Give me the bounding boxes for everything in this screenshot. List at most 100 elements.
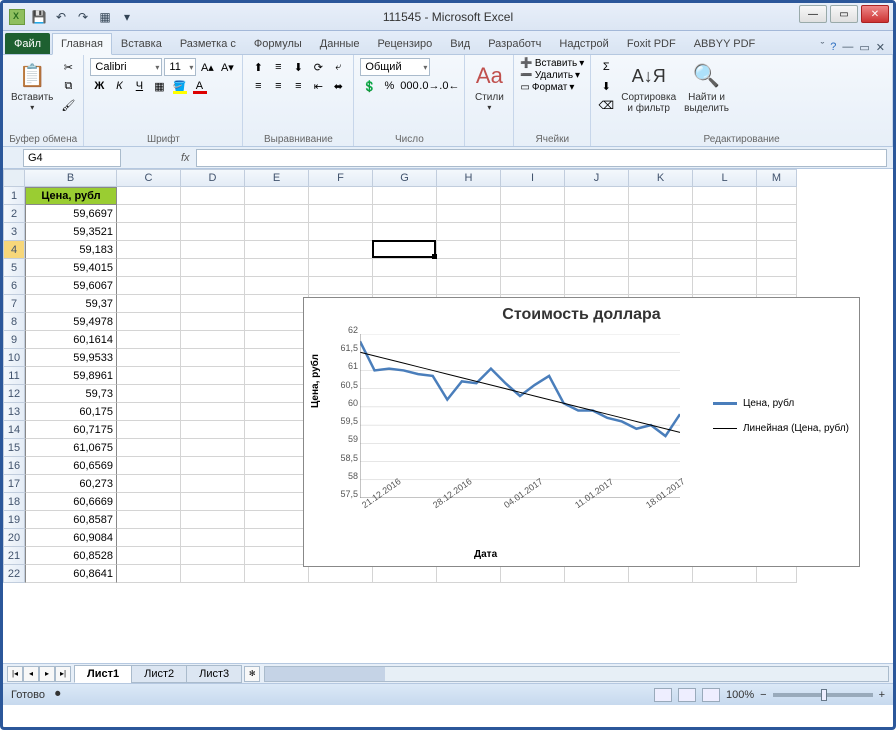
horizontal-scrollbar[interactable]: [264, 666, 889, 682]
col-header-G[interactable]: G: [373, 169, 437, 187]
empty-cell[interactable]: [373, 187, 437, 205]
view-pagebreak-icon[interactable]: [702, 688, 720, 702]
comma-icon[interactable]: 000: [400, 77, 418, 95]
zoom-in-icon[interactable]: +: [879, 689, 885, 701]
empty-cell[interactable]: [501, 223, 565, 241]
bold-button[interactable]: Ж: [90, 77, 108, 95]
empty-cell[interactable]: [117, 241, 181, 259]
doc-close-icon[interactable]: ✕: [876, 41, 885, 54]
grow-font-icon[interactable]: A▴: [198, 58, 216, 76]
redo-icon[interactable]: ↷: [75, 9, 91, 25]
new-sheet-icon[interactable]: ✻: [244, 666, 260, 682]
font-color-icon[interactable]: A: [190, 77, 208, 95]
empty-cell[interactable]: [181, 313, 245, 331]
sheet-nav-prev-icon[interactable]: ◂: [23, 666, 39, 682]
empty-cell[interactable]: [117, 511, 181, 529]
name-box[interactable]: G4: [23, 149, 121, 167]
empty-cell[interactable]: [181, 457, 245, 475]
sheet-nav-last-icon[interactable]: ▸|: [55, 666, 71, 682]
empty-cell[interactable]: [373, 205, 437, 223]
empty-cell[interactable]: [181, 529, 245, 547]
cut-icon[interactable]: ✂: [59, 58, 77, 76]
empty-cell[interactable]: [565, 565, 629, 583]
empty-cell[interactable]: [437, 241, 501, 259]
col-header-M[interactable]: M: [757, 169, 797, 187]
empty-cell[interactable]: [373, 565, 437, 583]
empty-cell[interactable]: [181, 205, 245, 223]
row-header[interactable]: 10: [3, 349, 25, 367]
sheet-tab[interactable]: Лист3: [186, 665, 242, 683]
tab-abbyy[interactable]: ABBYY PDF: [685, 33, 765, 54]
data-cell[interactable]: 60,1614: [25, 331, 117, 349]
empty-cell[interactable]: [181, 259, 245, 277]
empty-cell[interactable]: [245, 547, 309, 565]
find-select-button[interactable]: 🔍 Найти и выделить: [682, 58, 731, 116]
empty-cell[interactable]: [117, 313, 181, 331]
empty-cell[interactable]: [245, 421, 309, 439]
col-header-I[interactable]: I: [501, 169, 565, 187]
row-header[interactable]: 19: [3, 511, 25, 529]
empty-cell[interactable]: [117, 367, 181, 385]
zoom-level[interactable]: 100%: [726, 689, 754, 701]
empty-cell[interactable]: [181, 187, 245, 205]
empty-cell[interactable]: [437, 223, 501, 241]
data-cell[interactable]: 60,8641: [25, 565, 117, 583]
empty-cell[interactable]: [437, 277, 501, 295]
close-button[interactable]: ✕: [861, 5, 889, 23]
tab-developer[interactable]: Разработч: [479, 33, 550, 54]
empty-cell[interactable]: [501, 565, 565, 583]
empty-cell[interactable]: [501, 187, 565, 205]
empty-cell[interactable]: [117, 529, 181, 547]
clear-icon[interactable]: ⌫: [597, 96, 615, 114]
font-size-combo[interactable]: 11: [164, 58, 196, 76]
empty-cell[interactable]: [181, 241, 245, 259]
empty-cell[interactable]: [693, 565, 757, 583]
row-header[interactable]: 6: [3, 277, 25, 295]
view-layout-icon[interactable]: [678, 688, 696, 702]
row-header[interactable]: 11: [3, 367, 25, 385]
empty-cell[interactable]: [245, 403, 309, 421]
empty-cell[interactable]: [501, 259, 565, 277]
fx-icon[interactable]: fx: [181, 152, 190, 164]
empty-cell[interactable]: [181, 277, 245, 295]
tab-data[interactable]: Данные: [311, 33, 369, 54]
col-header-B[interactable]: B: [25, 169, 117, 187]
percent-icon[interactable]: %: [380, 77, 398, 95]
empty-cell[interactable]: [245, 385, 309, 403]
qat-more-icon[interactable]: ▦: [97, 9, 113, 25]
data-cell[interactable]: 59,3521: [25, 223, 117, 241]
empty-cell[interactable]: [757, 259, 797, 277]
data-cell[interactable]: 60,273: [25, 475, 117, 493]
row-header[interactable]: 18: [3, 493, 25, 511]
data-cell[interactable]: 60,9084: [25, 529, 117, 547]
empty-cell[interactable]: [437, 565, 501, 583]
col-header-J[interactable]: J: [565, 169, 629, 187]
view-normal-icon[interactable]: [654, 688, 672, 702]
data-cell[interactable]: 60,6669: [25, 493, 117, 511]
empty-cell[interactable]: [181, 331, 245, 349]
empty-cell[interactable]: [117, 277, 181, 295]
data-cell[interactable]: 60,6569: [25, 457, 117, 475]
empty-cell[interactable]: [437, 259, 501, 277]
empty-cell[interactable]: [501, 241, 565, 259]
col-header-L[interactable]: L: [693, 169, 757, 187]
empty-cell[interactable]: [757, 565, 797, 583]
empty-cell[interactable]: [245, 457, 309, 475]
data-cell[interactable]: 59,4015: [25, 259, 117, 277]
empty-cell[interactable]: [181, 367, 245, 385]
autosum-icon[interactable]: Σ: [597, 58, 615, 76]
minimize-button[interactable]: —: [799, 5, 827, 23]
empty-cell[interactable]: [117, 259, 181, 277]
empty-cell[interactable]: [181, 493, 245, 511]
empty-cell[interactable]: [565, 241, 629, 259]
sheet-tab[interactable]: Лист2: [131, 665, 187, 683]
italic-button[interactable]: К: [110, 77, 128, 95]
empty-cell[interactable]: [693, 259, 757, 277]
empty-cell[interactable]: [117, 421, 181, 439]
empty-cell[interactable]: [693, 187, 757, 205]
indent-dec-icon[interactable]: ⇤: [309, 77, 327, 95]
help-icon[interactable]: ?: [830, 41, 836, 54]
row-header[interactable]: 5: [3, 259, 25, 277]
empty-cell[interactable]: [117, 475, 181, 493]
data-cell[interactable]: 60,7175: [25, 421, 117, 439]
